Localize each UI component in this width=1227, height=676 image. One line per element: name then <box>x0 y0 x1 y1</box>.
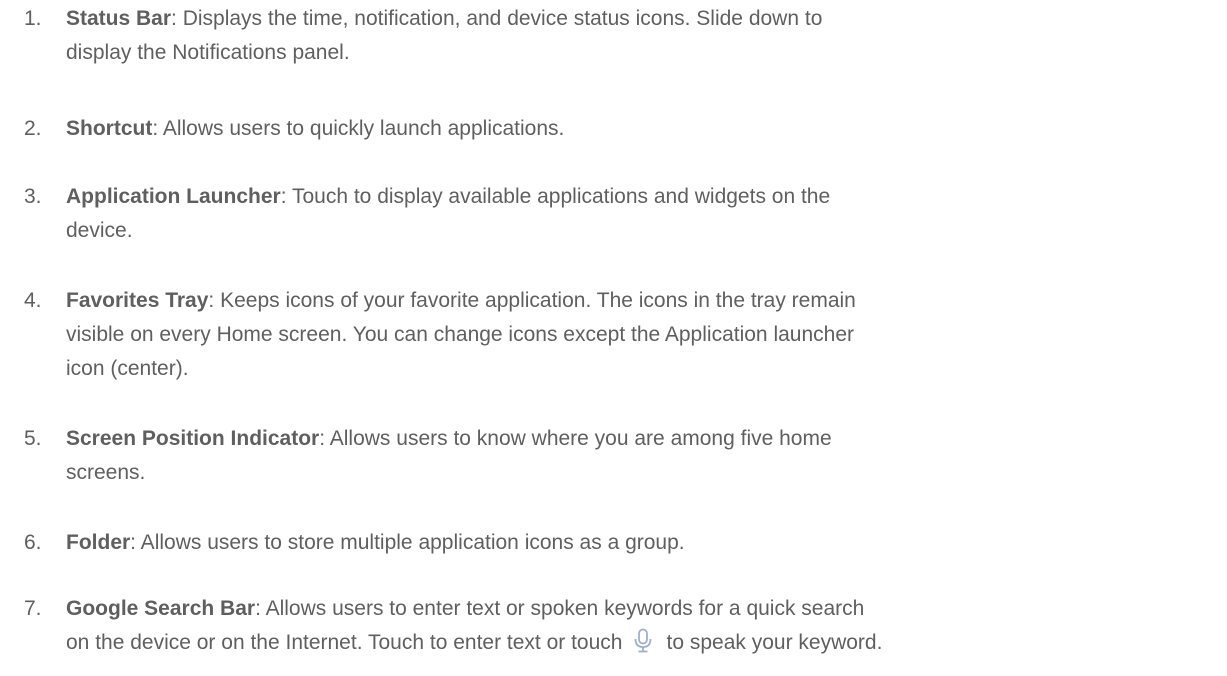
item-text-line3: icon (center). <box>66 357 189 380</box>
item-body: Favorites Tray: Keeps icons of your favo… <box>66 284 1166 386</box>
item-text: : Allows users to know where you are amo… <box>319 427 832 450</box>
document-page: 1. Status Bar: Displays the time, notifi… <box>0 0 1227 676</box>
item-text: : Displays the time, notification, and d… <box>171 7 823 30</box>
item-number: 6. <box>24 531 42 554</box>
item-text: : Allows users to quickly launch applica… <box>152 117 565 140</box>
item-term: Favorites Tray <box>66 289 209 312</box>
item-term: Folder <box>66 531 131 554</box>
item-text-line2: device. <box>66 219 133 242</box>
item-number: 2. <box>24 117 42 140</box>
item-body: Google Search Bar: Allows users to enter… <box>66 592 1166 660</box>
item-text-line2: screens. <box>66 461 146 484</box>
item-text: : Keeps icons of your favorite applicati… <box>208 289 856 312</box>
item-text-line2a: on the device or on the Internet. Touch … <box>66 631 623 654</box>
item-term: Screen Position Indicator <box>66 427 320 450</box>
item-text: : Allows users to enter text or spoken k… <box>255 597 865 620</box>
item-body: Shortcut: Allows users to quickly launch… <box>66 112 1166 146</box>
item-text-line2b: to speak your keyword. <box>666 631 883 654</box>
item-number: 4. <box>24 289 42 312</box>
item-text-line2: visible on every Home screen. You can ch… <box>66 323 854 346</box>
item-number: 1. <box>24 7 42 30</box>
item-term: Shortcut <box>66 117 153 140</box>
item-number: 5. <box>24 427 42 450</box>
item-body: Application Launcher: Touch to display a… <box>66 180 1166 248</box>
item-body: Folder: Allows users to store multiple a… <box>66 526 1166 560</box>
item-text-line2: display the Notifications panel. <box>66 41 350 64</box>
item-number: 7. <box>24 597 42 620</box>
item-term: Google Search Bar <box>66 597 256 620</box>
item-term: Status Bar <box>66 7 172 30</box>
item-term: Application Launcher <box>66 185 281 208</box>
item-body: Screen Position Indicator: Allows users … <box>66 422 1166 490</box>
microphone-icon <box>632 628 654 654</box>
item-body: Status Bar: Displays the time, notificat… <box>66 2 1166 70</box>
item-text: : Allows users to store multiple applica… <box>130 531 685 554</box>
item-text: : Touch to display available application… <box>280 185 831 208</box>
item-number: 3. <box>24 185 42 208</box>
